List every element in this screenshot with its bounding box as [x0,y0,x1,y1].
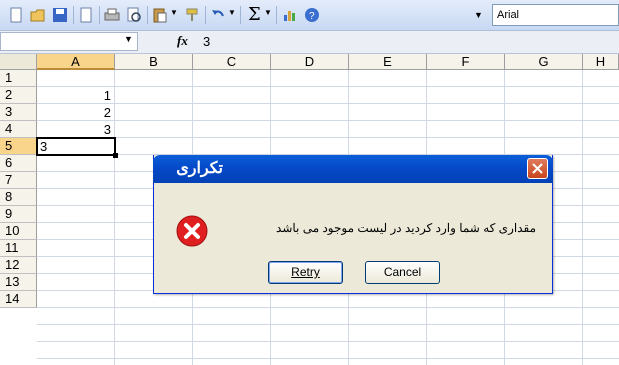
toolbar-separator [276,6,277,24]
insert-function-icon[interactable]: fx [177,33,188,49]
cancel-button[interactable]: Cancel [365,261,440,284]
column-header-f[interactable]: F [427,54,505,70]
row-header-6[interactable]: 6 [0,155,37,172]
row-header-11[interactable]: 11 [0,240,37,257]
dialog-title: تکراری [176,160,223,177]
toolbar-separator [73,6,74,24]
column-header-h[interactable]: H [583,54,619,70]
font-name-box[interactable]: Arial [492,4,619,26]
formula-bar: ▼ fx 3 [0,31,619,54]
column-header-b[interactable]: B [115,54,193,70]
column-header-e[interactable]: E [349,54,427,70]
paste-icon[interactable] [152,7,168,23]
dialog-message: مقداری که شما وارد کردید در لیست موجود م… [276,221,536,235]
error-icon [176,215,208,247]
name-box-dropdown-icon[interactable]: ▼ [124,34,133,44]
column-header-a[interactable]: A [37,54,115,70]
standard-toolbar: ▼ ▼ Σ ▼ ? ▼ Arial [0,0,619,31]
toolbar-separator [240,6,241,24]
toolbar-separator [205,6,206,24]
active-cell-a5[interactable]: 3 [36,137,116,156]
undo-dropdown-icon[interactable]: ▼ [228,8,236,17]
row-header-10[interactable]: 10 [0,223,37,240]
row-header-12[interactable]: 12 [0,257,37,274]
chart-icon[interactable] [282,7,298,23]
row-header-2[interactable]: 2 [0,87,37,104]
row-header-3[interactable]: 3 [0,104,37,121]
new-icon[interactable] [8,7,24,23]
row-header-1[interactable]: 1 [0,70,37,87]
formula-input[interactable]: 3 [200,32,619,51]
toolbar-options-icon[interactable]: ▼ [474,10,483,20]
autosum-dropdown-icon[interactable]: ▼ [264,8,272,17]
column-header-g[interactable]: G [505,54,583,70]
permission-icon[interactable] [78,7,94,23]
name-box[interactable] [0,32,138,51]
open-icon[interactable] [30,7,46,23]
close-button[interactable] [527,158,548,179]
svg-text:?: ? [309,11,315,22]
row-header-8[interactable]: 8 [0,189,37,206]
toolbar-separator [147,6,148,24]
print-icon[interactable] [104,7,120,23]
retry-label: Retry [291,265,320,279]
row-header-9[interactable]: 9 [0,206,37,223]
paste-dropdown-icon[interactable]: ▼ [170,8,178,17]
save-icon[interactable] [52,7,68,23]
cell-a3[interactable]: 2 [37,104,115,121]
row-header-13[interactable]: 13 [0,274,37,291]
retry-button[interactable]: Retry [268,261,343,284]
cell-a2[interactable]: 1 [37,87,115,104]
column-header-d[interactable]: D [271,54,349,70]
row-header-7[interactable]: 7 [0,172,37,189]
close-icon [532,163,543,174]
format-painter-icon[interactable] [184,7,200,23]
autosum-icon[interactable]: Σ [248,4,261,25]
help-icon[interactable]: ? [304,7,320,23]
toolbar-separator [99,6,100,24]
row-header-4[interactable]: 4 [0,121,37,138]
undo-icon[interactable] [210,7,226,23]
select-all-corner[interactable] [0,54,37,70]
fill-handle[interactable] [113,153,118,158]
print-preview-icon[interactable] [126,7,142,23]
duplicate-error-dialog: تکراری مقداری که شما وارد کردید در لیست … [153,155,553,294]
row-header-5[interactable]: 5 [0,138,37,155]
column-header-c[interactable]: C [193,54,271,70]
row-header-14[interactable]: 14 [0,291,37,308]
dialog-titlebar[interactable]: تکراری [153,155,553,183]
cell-a4[interactable]: 3 [37,121,115,138]
